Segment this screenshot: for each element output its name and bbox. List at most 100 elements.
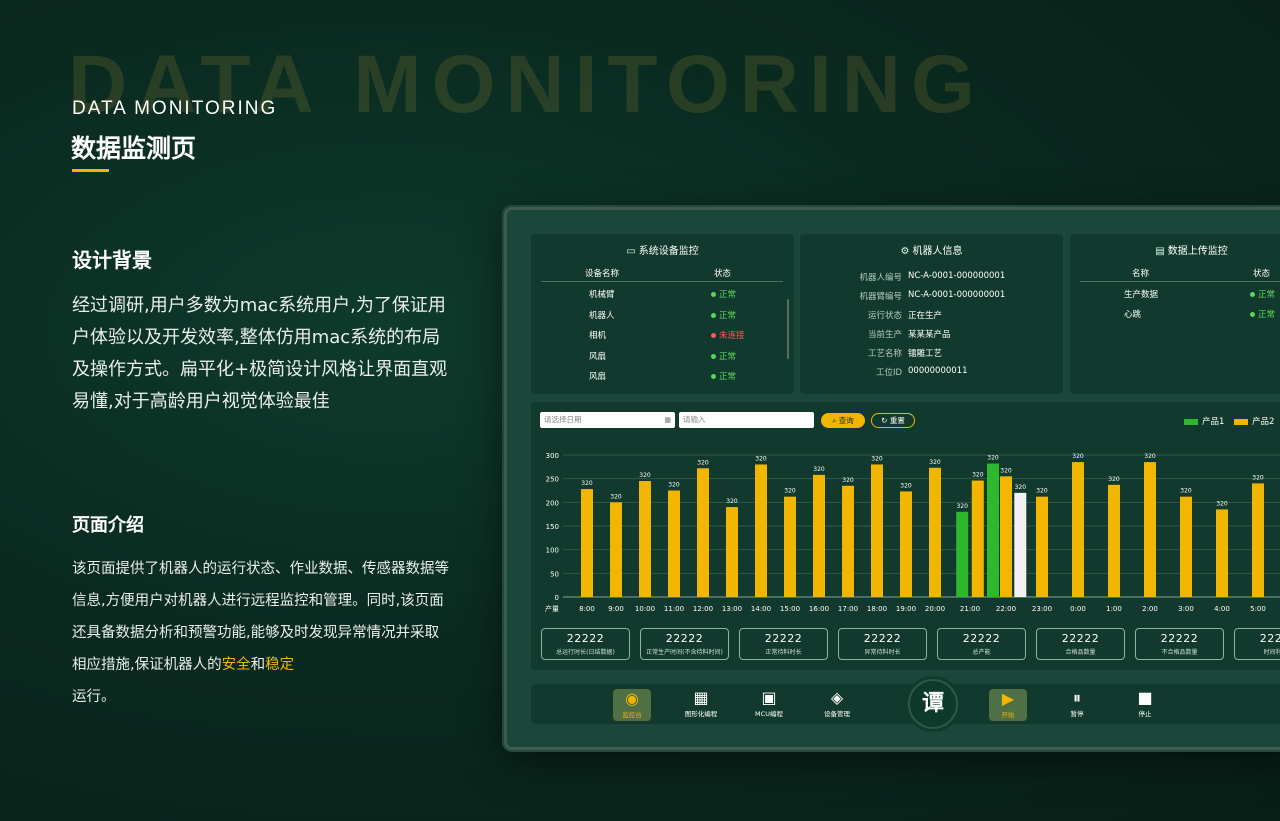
legend-swatch-product2	[1234, 418, 1248, 425]
chart-bar[interactable]	[581, 489, 593, 597]
robot-info-title: ⚙ 机器人信息	[900, 246, 963, 257]
layers-icon: ◈	[830, 688, 844, 707]
y-tick-label: 150	[546, 523, 559, 531]
dock-item-layers[interactable]: ◈ 设备管理	[812, 684, 862, 724]
chart-bar[interactable]	[987, 463, 999, 597]
grid-icon: ▦	[693, 688, 709, 707]
intro-highlight-safe: 安全	[221, 657, 251, 673]
chart-bar[interactable]	[1036, 496, 1048, 597]
chart-bar[interactable]	[871, 464, 883, 597]
chart-bar[interactable]	[610, 502, 622, 597]
brand-logo: 谭	[908, 679, 958, 729]
y-axis-label: 产量	[545, 604, 559, 613]
status-dot-icon	[1250, 292, 1255, 297]
chart-bar[interactable]	[1108, 484, 1120, 597]
device-table-scrollbar[interactable]	[787, 299, 789, 359]
chart-bar[interactable]	[1180, 496, 1192, 597]
chart-bar[interactable]	[1216, 509, 1228, 597]
chart-bar[interactable]	[1252, 483, 1264, 597]
y-tick-label: 50	[550, 570, 559, 578]
dock-item-label: MCU编程	[755, 710, 783, 718]
y-tick-label: 0	[555, 594, 559, 602]
y-tick-label: 300	[546, 452, 559, 460]
bar-data-label: 320	[755, 455, 767, 462]
chart-bar[interactable]	[639, 481, 651, 597]
stat-value: 22222	[1259, 632, 1280, 645]
pause-icon: ⏸	[1072, 688, 1081, 707]
status-dot-icon	[711, 333, 716, 338]
robot-info-label: 当前生产	[867, 330, 902, 340]
robot-icon: ⚙	[900, 246, 910, 257]
background-paragraph: 经过调研,用户多数为mac系统用户,为了保证用户体验以及开发效率,整体仿用mac…	[72, 295, 448, 412]
device-col-name: 设备名称	[585, 269, 620, 279]
query-button[interactable]: ⌕ 查询	[821, 413, 865, 428]
bar-data-label: 320	[1216, 500, 1228, 507]
bar-data-label: 320	[1015, 484, 1027, 491]
device-status: 未连接	[711, 329, 745, 341]
device-table-divider	[541, 281, 783, 282]
stat-card: 22222 不合格品数量	[1135, 628, 1224, 660]
search-input[interactable]: 请输入	[679, 412, 814, 428]
stat-card: 22222 正常生产时间(不含待料时间)	[640, 628, 729, 660]
x-tick-label: 4:00	[1214, 605, 1230, 613]
upload-item-name: 生产数据	[1124, 290, 1159, 300]
device-name: 风扇	[589, 351, 607, 362]
chart-bar[interactable]	[755, 464, 767, 597]
stat-label: 正常待料时长	[765, 649, 802, 656]
x-tick-label: 19:00	[896, 605, 916, 613]
status-dot-icon	[711, 374, 716, 379]
bar-data-label: 320	[581, 480, 593, 487]
upload-col-status: 状态	[1253, 269, 1271, 279]
date-picker[interactable]: 请选择日期 ▦	[540, 412, 675, 428]
dock-item-label: 监控台	[622, 711, 642, 719]
bar-data-label: 320	[1144, 453, 1156, 460]
chip-icon: ▣	[761, 688, 777, 707]
device-name: 风扇	[589, 372, 607, 382]
chart-bar[interactable]	[929, 467, 941, 597]
x-tick-label: 12:00	[693, 605, 713, 613]
bar-data-label: 320	[610, 493, 622, 500]
legend-product2: 产品2	[1234, 415, 1274, 427]
upload-item-status: 正常	[1250, 308, 1275, 320]
stop-button[interactable]: ■ 停止	[1120, 684, 1170, 724]
chart-bar[interactable]	[900, 491, 912, 597]
chart-bar[interactable]	[1144, 462, 1156, 597]
chart-bar[interactable]	[1072, 462, 1084, 597]
dock-item-label: 设备管理	[824, 710, 850, 718]
reset-button[interactable]: ↻ 重置	[871, 413, 915, 428]
dock-item-monitor[interactable]: ◉ 监控台	[613, 689, 651, 721]
chart-bar[interactable]	[956, 511, 969, 597]
control-label: 暂停	[1070, 710, 1084, 718]
chart-bar[interactable]	[813, 474, 825, 597]
pause-button[interactable]: ⏸ 暂停	[1052, 684, 1102, 724]
bar-data-label: 320	[1108, 476, 1120, 483]
chart-bar[interactable]	[726, 507, 738, 597]
chart-bar[interactable]	[668, 490, 680, 598]
stat-card: 22222 时间利用率	[1234, 628, 1280, 660]
bar-data-label: 320	[1036, 488, 1048, 495]
stat-card: 22222 异常待料时长	[838, 628, 927, 660]
legend-product1: 产品1	[1184, 415, 1224, 427]
device-status: 正常	[711, 309, 736, 321]
bar-data-label: 320	[726, 498, 738, 505]
intro-section-title: 页面介绍	[72, 515, 144, 536]
status-dot-icon	[1250, 312, 1255, 317]
chart-bar[interactable]	[842, 485, 854, 597]
stat-card: 22222 正常待料时长	[739, 628, 828, 660]
chart-bar[interactable]	[1000, 476, 1012, 597]
device-frame: ▭ 系统设备监控 设备名称 状态 机械臂 正常 机器人 正常 相机 未连接 风扇 正常 风扇 正常 …	[504, 207, 1280, 750]
chart-bar[interactable]	[1014, 492, 1027, 597]
robot-info-card: ⚙ 机器人信息 机器人编号 NC-A-0001-000000001 机器臂编号 NC-A…	[800, 234, 1063, 394]
bar-data-label: 320	[668, 482, 680, 489]
x-tick-label: 23:00	[1032, 605, 1052, 613]
chart-bar[interactable]	[971, 480, 984, 597]
dock-item-chip[interactable]: ▣ MCU编程	[744, 684, 794, 724]
dock-item-grid[interactable]: ▦ 图形化编程	[676, 684, 726, 724]
chart-bar[interactable]	[784, 496, 796, 597]
x-tick-label: 16:00	[809, 605, 829, 613]
status-dot-icon	[711, 312, 716, 318]
chart-bar[interactable]	[697, 468, 709, 597]
stat-card: 22222 总运行时长(日结数据)	[541, 628, 630, 660]
control-label: 停止	[1138, 710, 1152, 718]
start-button[interactable]: ▶ 开始	[989, 689, 1027, 721]
